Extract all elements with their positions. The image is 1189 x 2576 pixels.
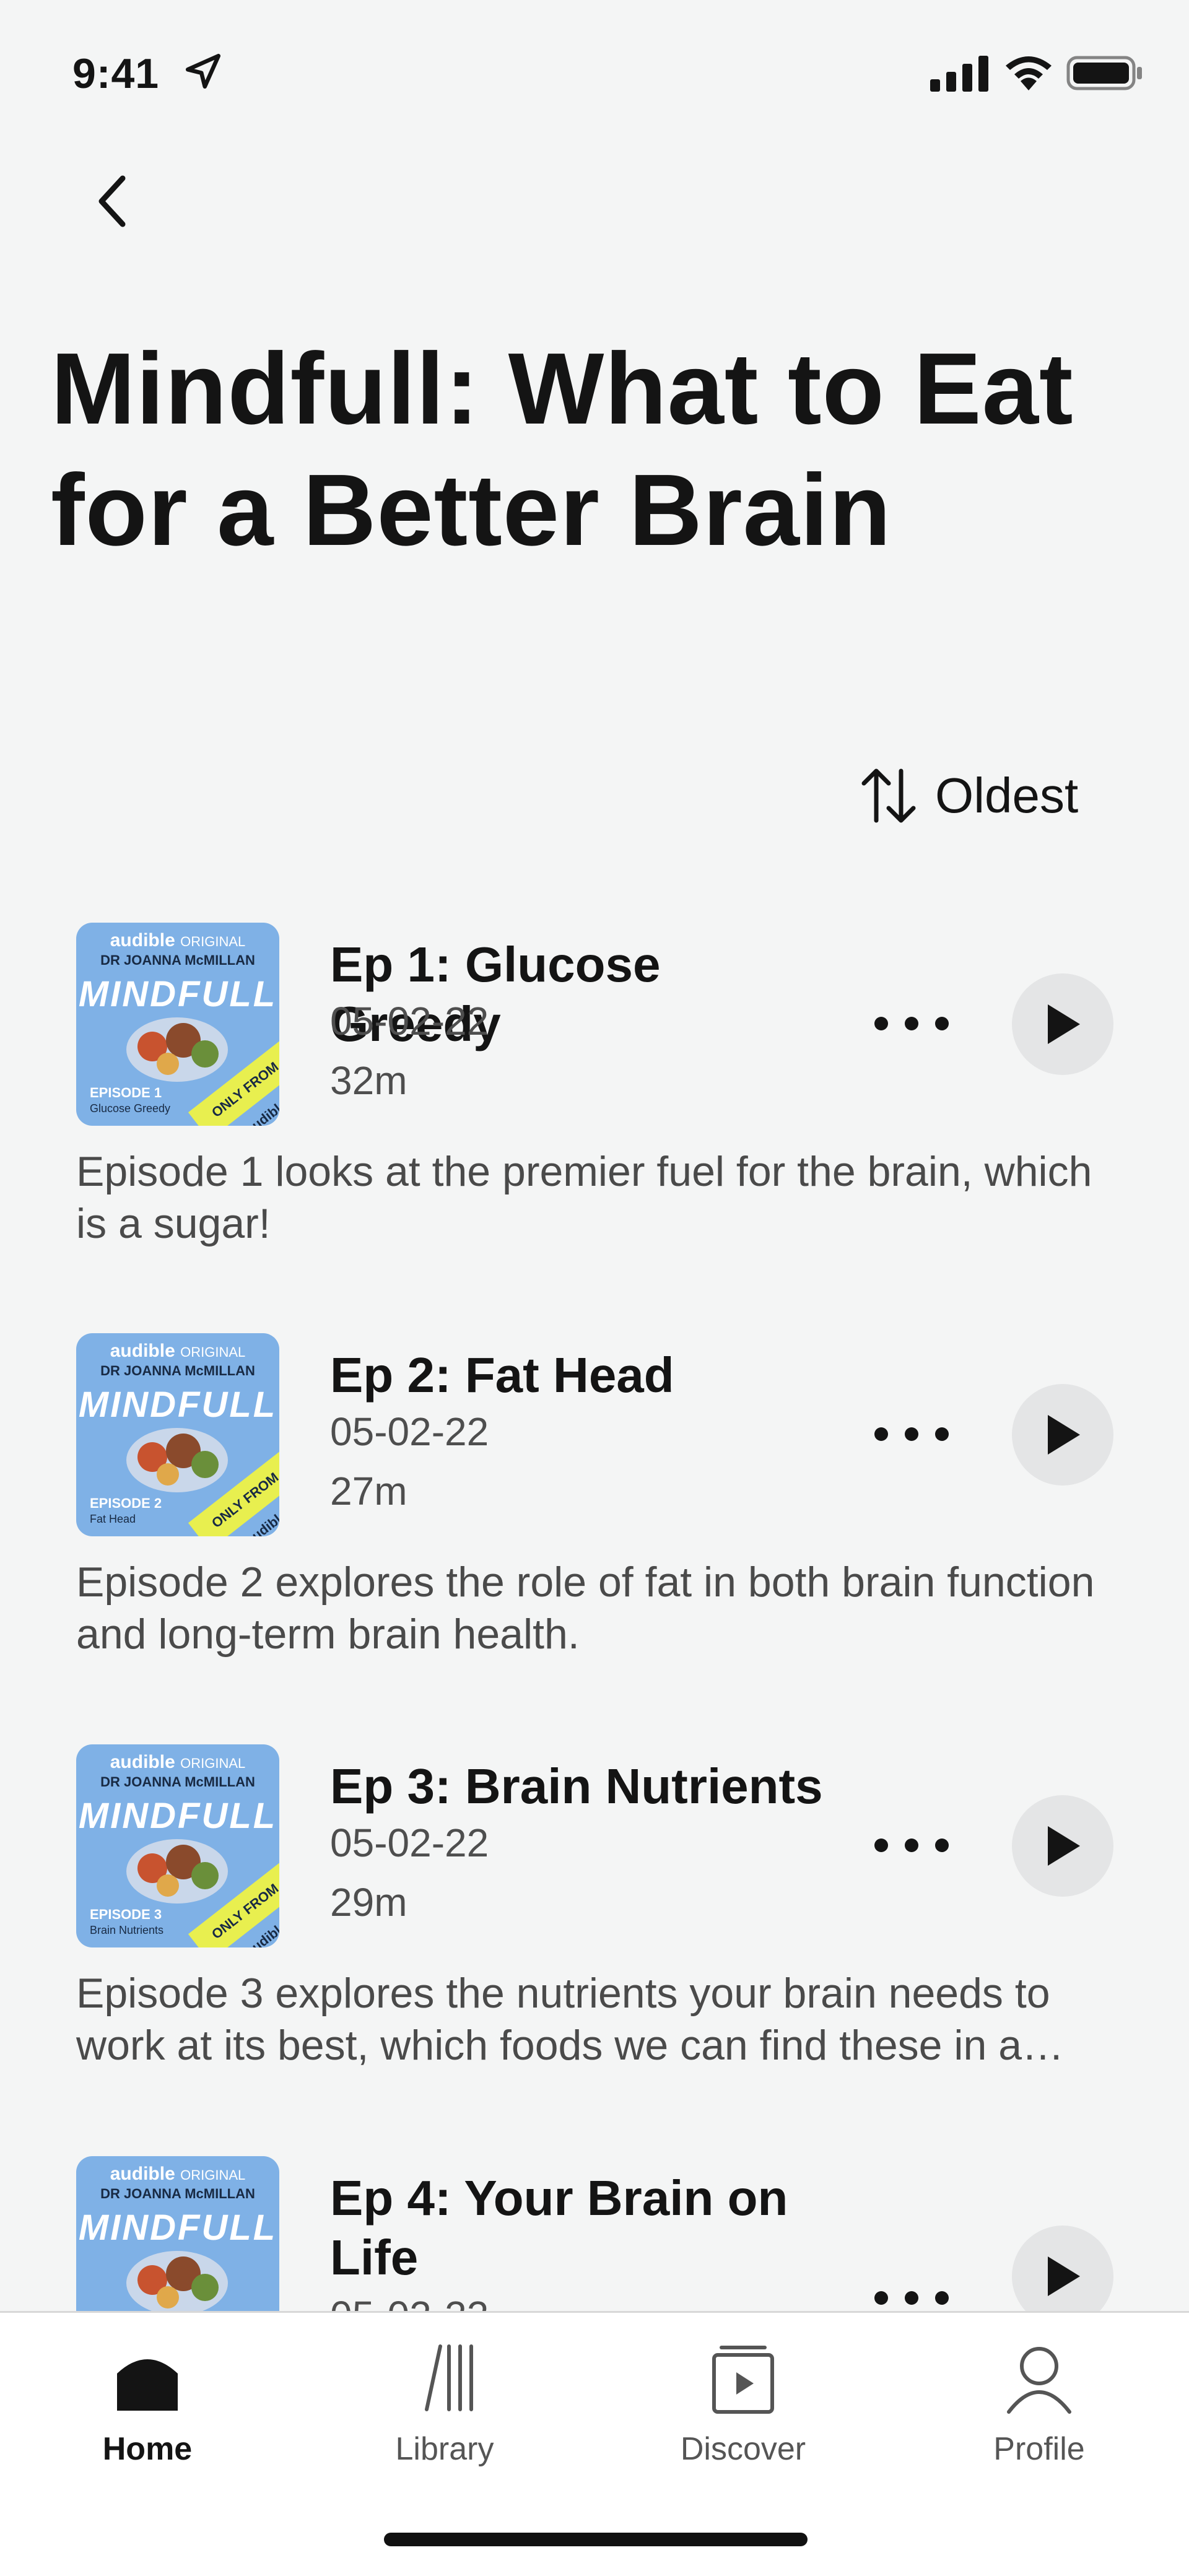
tab-library[interactable]: Library (352, 2338, 538, 2468)
sort-arrows-icon (861, 768, 916, 823)
episode-description: Episode 3 explores the nutrients your br… (76, 1970, 1065, 2069)
status-time: 9:41 (72, 50, 160, 97)
tab-label: Profile (993, 2431, 1085, 2467)
discover-icon (712, 2346, 774, 2414)
profile-icon (1007, 2347, 1071, 2414)
play-icon (1048, 1415, 1080, 1455)
episode-date: 05-02-22 (330, 2292, 489, 2311)
tab-label: Home (102, 2431, 193, 2467)
episode-date: 05-02-22 (330, 999, 489, 1043)
home-icon (117, 2359, 178, 2411)
episode-item[interactable]: audible ORIGINAL DR JOANNA McMILLAN MIND… (0, 1333, 1189, 1730)
more-options-button[interactable] (874, 2276, 949, 2311)
sort-label: Oldest (935, 768, 1079, 823)
location-arrow-icon (185, 53, 221, 89)
more-options-button[interactable] (874, 1824, 949, 1867)
episode-title: Ep 4: Your Brain on Life (330, 2170, 788, 2285)
battery-icon (1066, 56, 1142, 90)
episode-duration: 32m (330, 1058, 407, 1103)
play-icon (1048, 1004, 1080, 1044)
episode-item[interactable]: audible ORIGINAL DR JOANNA McMILLAN MIND… (0, 1744, 1189, 2141)
tab-home[interactable]: Home (54, 2338, 240, 2468)
episode-date: 05-02-22 (330, 1409, 489, 1454)
play-button[interactable] (1012, 973, 1113, 1075)
more-options-button[interactable] (874, 1412, 949, 1456)
episode-duration: 27m (330, 1469, 407, 1513)
episode-cover-art: audible ORIGINAL DR JOANNA McMILLAN MIND… (76, 1744, 279, 1947)
episode-description: Episode 2 explores the role of fat in bo… (76, 1559, 1095, 1658)
back-button[interactable] (81, 167, 142, 235)
episode-duration: 29m (330, 1880, 407, 1925)
tab-label: Library (395, 2431, 494, 2467)
tab-label: Discover (680, 2431, 806, 2467)
tab-profile[interactable]: Profile (946, 2338, 1132, 2468)
brain-food-illustration-icon (126, 1428, 228, 1492)
chevron-left-icon (98, 175, 126, 227)
library-icon (425, 2344, 473, 2411)
home-indicator (384, 2533, 808, 2546)
brain-food-illustration-icon (126, 2251, 228, 2311)
more-options-button[interactable] (874, 1002, 949, 1045)
episode-item[interactable]: audible ORIGINAL DR JOANNA McMILLAN MIND… (0, 923, 1189, 1319)
play-icon (1048, 1826, 1080, 1866)
page-title: Mindfull: What to Eat for a Better Brain (51, 332, 1074, 567)
episode-cover-art: audible ORIGINAL DR JOANNA McMILLAN MIND… (76, 923, 279, 1126)
sort-button[interactable]: Oldest (855, 759, 1078, 833)
episode-cover-art: audible ORIGINAL DR JOANNA McMILLAN MIND… (76, 2156, 279, 2311)
play-button[interactable] (1012, 1795, 1113, 1897)
episode-description: Episode 1 looks at the premier fuel for … (76, 1148, 1092, 1247)
tab-discover[interactable]: Discover (650, 2338, 836, 2468)
episode-title: Ep 3: Brain Nutrients (330, 1759, 823, 1814)
brain-food-illustration-icon (126, 1017, 228, 1082)
cellular-signal-icon (930, 56, 988, 92)
episode-item[interactable]: audible ORIGINAL DR JOANNA McMILLAN MIND… (0, 2156, 1189, 2311)
episode-date: 05-02-22 (330, 1821, 489, 1865)
brain-food-illustration-icon (126, 1839, 228, 1904)
play-button[interactable] (1012, 2226, 1113, 2311)
episode-cover-art: audible ORIGINAL DR JOANNA McMILLAN MIND… (76, 1333, 279, 1536)
wifi-icon (1006, 56, 1052, 90)
episode-title: Ep 2: Fat Head (330, 1347, 674, 1403)
play-button[interactable] (1012, 1384, 1113, 1486)
play-icon (1048, 2256, 1080, 2296)
